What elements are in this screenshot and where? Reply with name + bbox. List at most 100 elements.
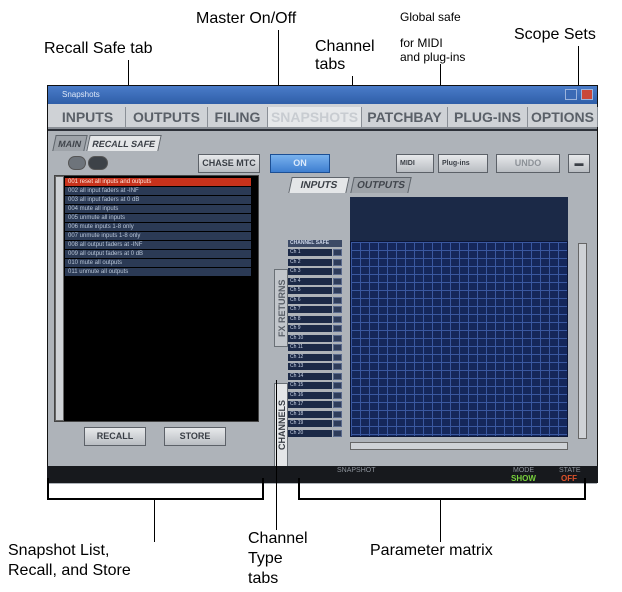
recall-button[interactable]: RECALL [84,427,146,446]
channel-safe-checkbox[interactable] [333,410,342,418]
subtab-recall-safe[interactable]: RECALL SAFE [86,135,162,151]
callout-global-safe: Global safe [400,10,461,24]
scope-sets-button[interactable]: ▬ [568,154,590,173]
leader-channel-type [276,380,277,530]
matrix-hscroll[interactable] [350,442,568,450]
snapshot-row[interactable]: 002 all input faders at -INF [65,187,251,195]
channel-safe-checkbox[interactable] [333,277,342,285]
channel-row: Ch 18 [288,410,332,418]
tab-outputs[interactable]: OUTPUTS [126,107,208,127]
channel-safe-checkbox[interactable] [333,287,342,294]
master-on-button[interactable]: ON [270,154,330,173]
folder-icon: ▬ [574,158,584,168]
channel-safe-checkbox[interactable] [333,249,342,256]
channel-safe-checkbox[interactable] [333,268,342,275]
channel-row: Ch 13 [288,363,332,370]
tab-matrix-outputs[interactable]: OUTPUTS [350,177,412,193]
snapshot-row[interactable]: 006 mute inputs 1-8 only [65,223,251,231]
status-mode-label: MODE [513,467,534,474]
store-button[interactable]: STORE [164,427,226,446]
callout-channel-type-1: Channel [248,530,308,547]
channel-safe-checkbox[interactable] [333,391,342,399]
channel-row: Ch 8 [288,315,332,323]
tab-filing[interactable]: FILING [208,107,268,127]
plugins-safe-toggle[interactable]: Plug-ins [438,154,488,173]
snapshot-row[interactable]: 003 all input faders at 0 dB [65,196,251,204]
leader-matrix [440,498,441,542]
channel-row: Ch 6 [288,296,332,304]
callout-recall-safe-tab: Recall Safe tab [44,40,153,57]
tab-snapshots[interactable]: SNAPSHOTS [268,107,362,127]
tab-fx-returns[interactable]: FX RETURNS [274,269,288,347]
lock-toggle[interactable] [88,156,108,170]
tab-inputs[interactable]: INPUTS [50,107,126,127]
snapshot-row[interactable]: 009 all output faders at 0 dB [65,250,251,258]
tab-matrix-inputs[interactable]: INPUTS [288,177,350,193]
snapshot-row[interactable]: 008 all output faders at -INF [65,241,251,249]
edit-toggle[interactable] [68,156,86,170]
midi-label: MIDI [400,160,415,167]
callout-global-safe-3: and plug-ins [400,50,466,64]
channel-row: Ch 12 [288,353,332,361]
snapshot-row[interactable]: 007 unmute inputs 1-8 only [65,232,251,240]
tab-plug-ins[interactable]: PLUG-INS [448,107,528,127]
callout-snapshot-list-1: Snapshot List, [8,542,110,559]
matrix-vscroll[interactable] [578,243,587,439]
channel-row: Ch 3 [288,268,332,275]
channel-safe-checkbox[interactable] [333,372,342,380]
callout-parameter-matrix: Parameter matrix [370,542,493,559]
callout-global-safe-2: for MIDI [400,36,443,50]
channel-safe-checkbox[interactable] [333,353,342,361]
status-bar: SNAPSHOT MODE SHOW STATE OFF [47,466,598,483]
midi-safe-toggle[interactable]: MIDI [396,154,434,173]
channel-safe-checkbox[interactable] [333,296,342,304]
channel-row: Ch 16 [288,391,332,399]
channel-row: Ch 1 [288,249,332,256]
callout-channel-tabs-2: tabs [315,56,346,73]
bracket-matrix-h [298,498,586,500]
channel-row: Ch 20 [288,429,332,437]
channel-safe-checkbox[interactable] [333,420,342,427]
status-state-value: OFF [561,474,577,483]
channel-safe-checkbox[interactable] [333,382,342,389]
bracket-snapshot-list-l [47,478,49,500]
channel-safe-checkbox[interactable] [333,429,342,437]
callout-master-on-off: Master On/Off [196,10,297,27]
channel-row: Ch 14 [288,372,332,380]
callout-snapshot-list-2: Recall, and Store [8,562,131,579]
channel-row: Ch 2 [288,258,332,266]
recall-safe-body: CHASE MTC ON MIDI Plug-ins UNDO ▬ 001 re… [48,153,597,484]
undo-button[interactable]: UNDO [496,154,560,173]
subtab-main[interactable]: MAIN [52,135,88,151]
tab-options[interactable]: OPTIONS [528,107,598,127]
bracket-snapshot-list-h [47,498,264,500]
snapshot-row[interactable]: 010 mute all outputs [65,259,251,267]
channel-safe-checkbox[interactable] [333,258,342,266]
channel-safe-checkbox[interactable] [333,401,342,408]
snapshot-list-scrollbar[interactable] [55,176,64,421]
channel-safe-checkbox[interactable] [333,306,342,313]
parameter-matrix-grid[interactable] [350,241,568,437]
snapshot-row[interactable]: 011 unmute all outputs [65,268,251,276]
callout-scope-sets: Scope Sets [514,26,596,43]
bracket-snapshot-list-r [262,478,264,500]
channel-row: Ch 4 [288,277,332,285]
snapshot-row[interactable]: 004 mute all inputs [65,205,251,213]
channel-row: Ch 7 [288,306,332,313]
minimize-icon[interactable] [565,89,577,100]
channel-safe-checkbox[interactable] [333,325,342,332]
channel-safe-checkbox[interactable] [333,334,342,342]
status-mode-value: SHOW [511,474,536,483]
snapshot-row[interactable]: 005 unmute all inputs [65,214,251,222]
callout-channel-tabs-1: Channel [315,38,375,55]
chase-mtc-button[interactable]: CHASE MTC [198,154,260,173]
channel-row: Ch 19 [288,420,332,427]
snapshot-row[interactable]: 001 reset all inputs and outputs [65,178,251,186]
channel-safe-checkbox[interactable] [333,363,342,370]
channel-safe-checkbox[interactable] [333,315,342,323]
snapshot-list[interactable]: 001 reset all inputs and outputs 002 all … [54,175,259,422]
channel-row: Ch 11 [288,344,332,351]
channel-safe-checkbox[interactable] [333,344,342,351]
tab-patchbay[interactable]: PATCHBAY [362,107,448,127]
close-icon[interactable] [581,89,593,100]
